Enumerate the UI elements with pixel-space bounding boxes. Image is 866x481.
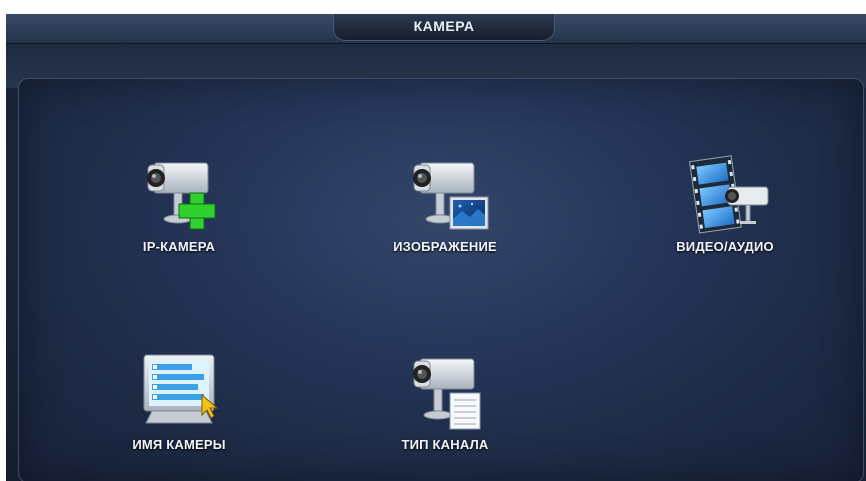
menu-item-label: IP-КАМЕРА — [142, 239, 216, 254]
title-bar: КАМЕРА — [6, 14, 866, 44]
channel-type-icon — [413, 358, 481, 430]
menu-item-label: ТИП КАНАЛА — [401, 437, 489, 452]
dvr-screen: КАМЕРА IP-КАМЕРА ИЗОБРАЖЕНИЕ ВИДЕО/АУДИО… — [6, 14, 866, 481]
menu-item-ip-camera[interactable]: IP-КАМЕРА — [89, 151, 269, 271]
menu-item-image[interactable]: ИЗОБРАЖЕНИЕ — [355, 151, 535, 271]
camera-menu-panel: IP-КАМЕРА ИЗОБРАЖЕНИЕ ВИДЕО/АУДИО ИМЯ КА… — [18, 78, 864, 481]
menu-item-channel-type[interactable]: ТИП КАНАЛА — [355, 349, 535, 469]
window-title: КАМЕРА — [333, 14, 555, 41]
camera-name-icon — [143, 354, 219, 424]
camera-image-icon — [413, 162, 489, 230]
menu-item-camera-name[interactable]: ИМЯ КАМЕРЫ — [89, 349, 269, 469]
menu-item-label: ИМЯ КАМЕРЫ — [132, 437, 226, 452]
menu-item-label: ВИДЕО/АУДИО — [676, 239, 774, 254]
video-audio-icon — [689, 155, 769, 234]
menu-item-video-audio[interactable]: ВИДЕО/АУДИО — [635, 151, 815, 271]
menu-item-label: ИЗОБРАЖЕНИЕ — [393, 239, 497, 254]
ip-camera-add-icon — [147, 162, 216, 230]
